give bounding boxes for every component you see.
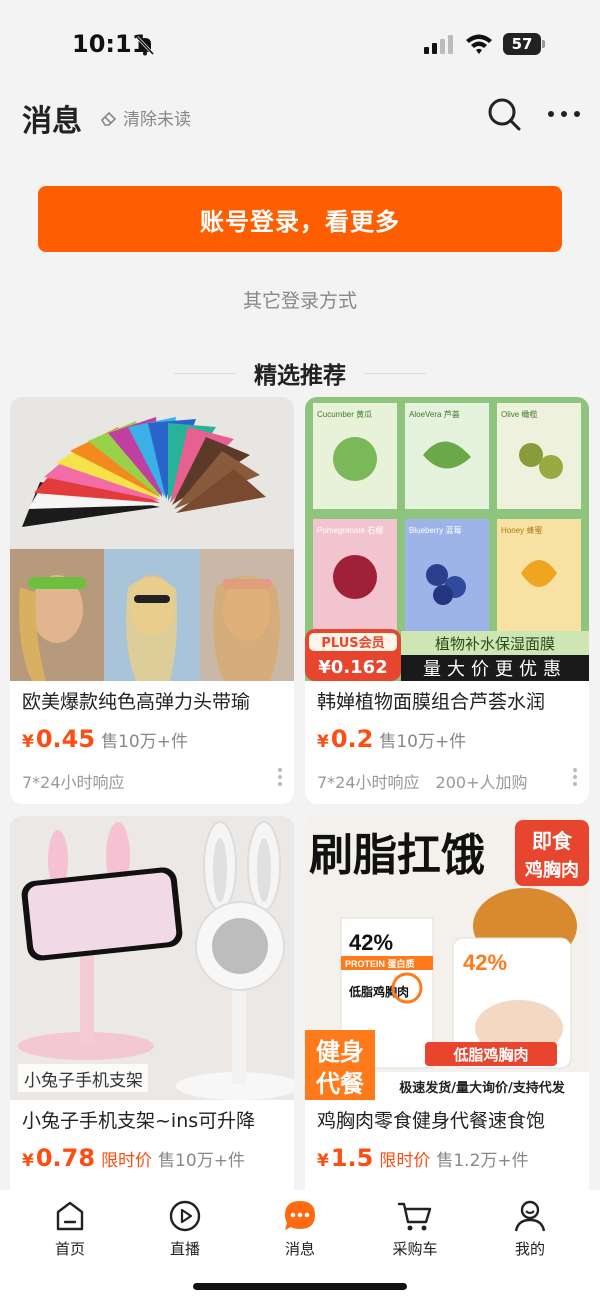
nav-label: 直播 (169, 1240, 200, 1258)
profile-icon (514, 1200, 546, 1232)
badge-line2: 鸡胸肉 (524, 859, 579, 881)
pack-protein: PROTEIN 蛋白质 (345, 958, 415, 969)
product-image: Cucumber 黄瓜 AloeVera 芦荟 Olive 橄榄 Pomegra… (305, 397, 589, 681)
product-title: 韩婵植物面膜组合芦荟水润 (317, 691, 546, 713)
mask-label: Pomegranate 石榴 (317, 525, 383, 535)
more-icon[interactable] (546, 102, 582, 126)
product-title: 小兔子手机支架~ins可升降 (22, 1110, 256, 1132)
price-symbol: ¥ (317, 732, 329, 752)
nav-label: 首页 (54, 1240, 85, 1258)
eraser-icon (100, 111, 117, 126)
image-headline: 刷脂扛饿 (309, 830, 485, 881)
wifi-icon (466, 34, 492, 54)
more-options-icon[interactable] (276, 767, 284, 787)
image-banner: 低脂鸡胸肉 (452, 1046, 528, 1064)
header: 消息 清除未读 (0, 88, 600, 148)
mask-label: AloeVera 芦荟 (409, 409, 460, 419)
price-symbol: ¥ (22, 1151, 34, 1171)
live-icon (169, 1200, 201, 1232)
service-info: 7*24小时响应 (22, 769, 125, 793)
divider (364, 372, 426, 374)
home-icon (56, 1201, 84, 1231)
cart-adds: 200+人加购 (435, 773, 528, 792)
service-response: 7*24小时响应 (317, 773, 420, 792)
limited-price-tag: 限时价 (379, 1151, 431, 1171)
other-login-methods-link[interactable]: 其它登录方式 (0, 286, 600, 313)
mask-label: Honey 蜂蜜 (501, 525, 542, 535)
battery-level: 57 (503, 33, 541, 55)
side-line2: 代餐 (315, 1070, 365, 1098)
search-icon[interactable] (486, 96, 522, 132)
battery-icon: 57 (503, 33, 545, 55)
cart-icon (397, 1202, 432, 1231)
sold-count: 售1.2万+件 (436, 1151, 529, 1171)
product-price: ¥ 0.45 售10万+件 (22, 725, 188, 753)
product-image: 刷脂扛饿 即食 鸡胸肉 42% PROTEIN 蛋白质 低脂鸡胸肉 42% 健身… (305, 816, 589, 1100)
service-response: 7*24小时响应 (22, 773, 125, 792)
product-title: 欧美爆款纯色高弹力头带瑜 (22, 691, 251, 713)
home-indicator (193, 1283, 407, 1290)
banner-top: 植物补水保湿面膜 (435, 635, 555, 653)
pack-name: 低脂鸡胸肉 (348, 984, 409, 999)
more-options-icon[interactable] (571, 767, 579, 787)
nav-item-home[interactable]: 首页 (20, 1198, 120, 1262)
product-card[interactable]: 小兔子手机支架 小兔子手机支架~ins可升降 ¥ 0.78 限时价 售10万+件 (10, 816, 294, 1216)
product-price: ¥ 0.78 限时价 售10万+件 (22, 1144, 245, 1172)
price-value: 0.78 (35, 1144, 96, 1172)
clear-unread-button[interactable]: 清除未读 (100, 105, 191, 130)
sold-count: 售10万+件 (158, 1151, 245, 1171)
price-symbol: ¥ (22, 732, 34, 752)
limited-price-tag: 限时价 (101, 1151, 153, 1171)
product-price: ¥ 0.2 售10万+件 (317, 725, 466, 753)
mask-label: Olive 橄榄 (501, 409, 537, 419)
product-price: ¥ 1.5 限时价 售1.2万+件 (317, 1144, 529, 1172)
service-info: 7*24小时响应 200+人加购 (317, 769, 528, 793)
product-title: 鸡胸肉零食健身代餐速食饱 (317, 1110, 546, 1132)
page-title: 消息 (22, 104, 82, 139)
product-image (10, 397, 294, 681)
section-title: 精选推荐 (254, 363, 346, 389)
plus-member-label: PLUS会员 (321, 635, 384, 651)
product-card[interactable]: Cucumber 黄瓜 AloeVera 芦荟 Olive 橄榄 Pomegra… (305, 397, 589, 804)
badge-line1: 即食 (532, 829, 573, 853)
side-line1: 健身 (316, 1038, 364, 1066)
price-value: 0.45 (35, 725, 96, 753)
nav-label: 我的 (514, 1240, 545, 1258)
signal-icon (424, 35, 453, 54)
sold-count: 售10万+件 (379, 732, 467, 752)
nav-item-cart[interactable]: 采购车 (365, 1198, 465, 1262)
nav-label: 消息 (284, 1240, 315, 1258)
product-card[interactable]: 刷脂扛饿 即食 鸡胸肉 42% PROTEIN 蛋白质 低脂鸡胸肉 42% 健身… (305, 816, 589, 1216)
recommend-section-header: 精选推荐 (0, 356, 600, 390)
status-bar: 10:11 57 (0, 0, 600, 88)
sold-count: 售10万+件 (101, 732, 188, 752)
product-card[interactable]: 欧美爆款纯色高弹力头带瑜 ¥ 0.45 售10万+件 7*24小时响应 (10, 397, 294, 804)
price-value: 0.2 (330, 725, 374, 753)
pack-percent: 42% (349, 930, 393, 955)
price-value: 1.5 (330, 1144, 374, 1172)
price-symbol: ¥ (317, 1151, 329, 1171)
clear-unread-label: 清除未读 (123, 110, 191, 130)
plus-price: ¥0.162 (318, 657, 387, 678)
bell-off-icon (135, 35, 155, 56)
battery-tip (542, 40, 545, 48)
image-footer: 极速发货/量大询价/支持代发 (399, 1080, 565, 1096)
product-image: 小兔子手机支架 (10, 816, 294, 1100)
pack-percent: 42% (463, 950, 507, 975)
message-icon (285, 1201, 315, 1230)
account-login-button[interactable]: 账号登录，看更多 (38, 186, 562, 252)
banner-bottom: 量大价更优惠 (423, 659, 567, 680)
nav-item-live[interactable]: 直播 (135, 1198, 235, 1262)
image-caption: 小兔子手机支架 (24, 1071, 143, 1091)
nav-item-profile[interactable]: 我的 (480, 1198, 580, 1262)
nav-item-messages[interactable]: 消息 (250, 1198, 350, 1262)
nav-label: 采购车 (392, 1240, 438, 1258)
mask-label: Cucumber 黄瓜 (317, 409, 372, 419)
divider (174, 372, 236, 374)
mask-label: Blueberry 蓝莓 (409, 525, 461, 535)
